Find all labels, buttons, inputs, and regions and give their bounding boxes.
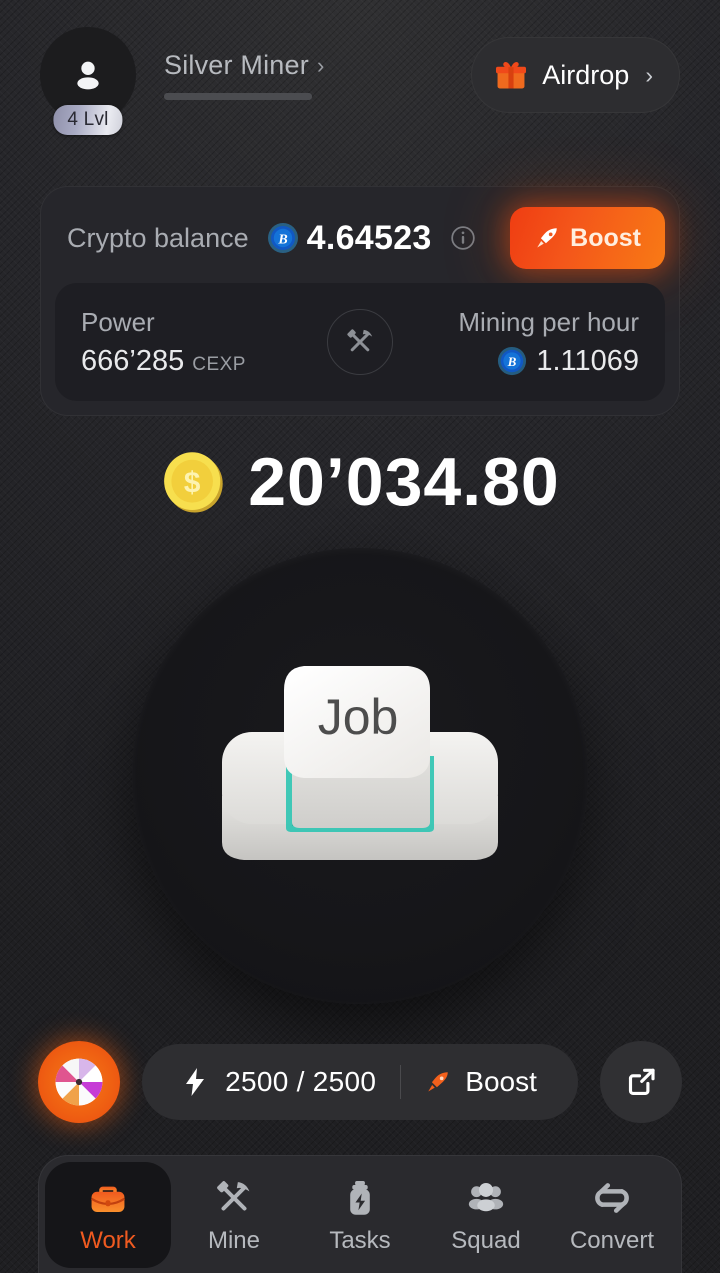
header: 4 Lvl Silver Miner › Airdrop › bbox=[0, 0, 720, 150]
energy-pill[interactable]: 2500 / 2500 Boost bbox=[142, 1044, 578, 1120]
nav-item-mine[interactable]: Mine bbox=[171, 1162, 297, 1268]
balance-row: Crypto balance B 4.64523 Boost bbox=[55, 201, 665, 275]
boost-button-inline[interactable]: Boost bbox=[425, 1066, 537, 1098]
fortune-wheel-button[interactable] bbox=[38, 1041, 120, 1123]
info-icon[interactable] bbox=[450, 225, 476, 251]
external-link-icon bbox=[628, 1068, 655, 1095]
nav-item-work[interactable]: Work bbox=[45, 1162, 171, 1268]
boost-label: Boost bbox=[570, 223, 641, 252]
power-value-row: 666’285 CEXP bbox=[81, 345, 246, 378]
svg-text:$: $ bbox=[184, 467, 201, 500]
svg-text:B: B bbox=[277, 233, 287, 248]
mining-stat: Mining per hour B 1.11069 bbox=[458, 307, 639, 378]
hammer-pickaxe-icon bbox=[213, 1176, 255, 1220]
lightning-bolt-icon bbox=[186, 1068, 205, 1096]
balance-value: 4.64523 bbox=[306, 218, 432, 257]
rocket-icon bbox=[537, 228, 557, 248]
swap-arrows-icon bbox=[591, 1176, 633, 1220]
rank-block[interactable]: Silver Miner › bbox=[164, 50, 324, 100]
nav-label-convert: Convert bbox=[569, 1226, 655, 1254]
balance-label: Crypto balance bbox=[67, 222, 249, 253]
coin-amount: 20’034.80 bbox=[248, 444, 560, 520]
person-icon bbox=[77, 61, 99, 90]
energy-row: 2500 / 2500 Boost bbox=[0, 1040, 720, 1124]
avatar-group[interactable]: 4 Lvl bbox=[40, 27, 136, 135]
power-label: Power bbox=[81, 306, 155, 337]
nav-item-tasks[interactable]: Tasks bbox=[297, 1162, 423, 1268]
energy-value: 2500 / 2500 bbox=[225, 1066, 377, 1097]
fortune-wheel-icon bbox=[55, 1058, 103, 1106]
balance-card: Crypto balance B 4.64523 Boost Power 666… bbox=[40, 186, 680, 416]
nav-item-squad[interactable]: Squad bbox=[423, 1162, 549, 1268]
svg-text:Job: Job bbox=[318, 689, 399, 745]
power-stat: Power 666’285 CEXP bbox=[81, 307, 246, 378]
airdrop-button[interactable]: Airdrop › bbox=[471, 37, 680, 113]
bitcoin-icon: B bbox=[498, 346, 527, 376]
nav-label-mine: Mine bbox=[207, 1226, 261, 1254]
chevron-right-icon: › bbox=[645, 61, 653, 88]
nav-label-tasks: Tasks bbox=[329, 1226, 391, 1254]
mining-value: 1.11069 bbox=[536, 344, 639, 377]
stats-row: Power 666’285 CEXP Mining per hour B 1.1… bbox=[55, 283, 665, 401]
nav-label-work: Work bbox=[80, 1226, 136, 1254]
rank-row[interactable]: Silver Miner › bbox=[164, 50, 324, 81]
boost-button-top[interactable]: Boost bbox=[510, 207, 665, 269]
nav-label-squad: Squad bbox=[451, 1226, 521, 1254]
mining-value-row: B 1.11069 bbox=[497, 345, 639, 378]
chevron-right-icon: › bbox=[316, 52, 325, 78]
gold-coin-icon: $ bbox=[164, 452, 223, 513]
rank-name: Silver Miner bbox=[164, 50, 309, 80]
app-root: 4 Lvl Silver Miner › Airdrop › Crypto ba… bbox=[0, 0, 720, 1273]
hammer-pickaxe-icon bbox=[347, 329, 373, 352]
energy-jar-icon bbox=[339, 1176, 381, 1220]
power-unit: CEXP bbox=[192, 353, 246, 375]
mining-label: Mining per hour bbox=[458, 306, 639, 337]
boost-inline-label: Boost bbox=[465, 1066, 537, 1097]
airdrop-label: Airdrop bbox=[542, 59, 630, 90]
rank-progress-bar bbox=[164, 93, 312, 100]
mining-tools-badge bbox=[327, 309, 393, 375]
power-value: 666’285 bbox=[81, 344, 185, 377]
bottom-nav: Work Mine Tasks Squad Convert bbox=[38, 1155, 682, 1273]
tap-button[interactable]: Job bbox=[132, 548, 588, 1004]
nav-item-convert[interactable]: Convert bbox=[549, 1162, 675, 1268]
keycap-job-icon: Job bbox=[222, 666, 498, 860]
gift-icon bbox=[496, 62, 527, 89]
people-icon bbox=[465, 1176, 507, 1220]
briefcase-icon bbox=[87, 1176, 129, 1220]
level-badge: 4 Lvl bbox=[53, 105, 123, 135]
svg-text:B: B bbox=[507, 354, 517, 369]
rocket-icon bbox=[428, 1072, 449, 1092]
bitcoin-icon: B bbox=[267, 223, 298, 253]
coin-counter: $ 20’034.80 bbox=[0, 443, 720, 521]
share-button[interactable] bbox=[600, 1041, 682, 1123]
divider bbox=[400, 1065, 402, 1099]
